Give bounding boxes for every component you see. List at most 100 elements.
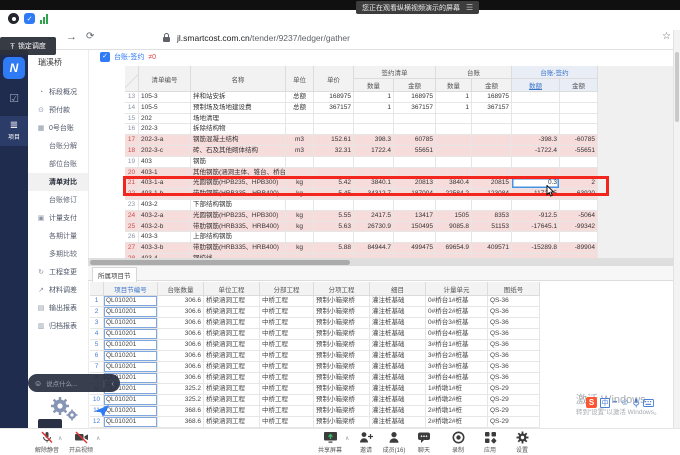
cell-xm[interactable]: 灌注桩基础 xyxy=(370,351,426,362)
cell-fw[interactable]: 中桥工程 xyxy=(260,307,314,318)
cell-la[interactable] xyxy=(472,114,512,125)
cell-name[interactable]: 拌和站安拆 xyxy=(191,92,286,103)
cell-sa[interactable]: 60785 xyxy=(394,135,436,146)
cell-price[interactable]: 152.61 xyxy=(314,135,354,146)
cell-code[interactable]: 202-3-c xyxy=(139,146,191,157)
cell-unit[interactable]: 0#桥台1#桩基 xyxy=(426,296,488,307)
cell-da[interactable] xyxy=(560,200,598,211)
cell-id[interactable]: QL010201 xyxy=(104,362,158,373)
cell-la[interactable]: 367157 xyxy=(472,103,512,114)
cell-price[interactable]: 5.55 xyxy=(314,211,354,222)
cell-uw[interactable]: 桥梁涵洞工程 xyxy=(204,351,260,362)
cell-xm[interactable]: 灌注桩基础 xyxy=(370,406,426,417)
row-number[interactable]: 18 xyxy=(125,146,139,157)
cell-id[interactable]: QL010201 xyxy=(104,395,158,406)
hamburger-icon[interactable]: ☰ xyxy=(466,4,473,12)
cell-xw[interactable]: 预制小箱梁桥 xyxy=(314,318,370,329)
cell-code[interactable]: 403-2 xyxy=(139,200,191,211)
cell-name[interactable]: 光圆钢筋(HPB235、HPB300) xyxy=(191,211,286,222)
cell-unit[interactable]: 0#桥台4#桩基 xyxy=(426,329,488,340)
cell-la[interactable] xyxy=(472,200,512,211)
share-screen-button[interactable]: 共享屏幕 xyxy=(313,431,347,454)
cell-dq[interactable] xyxy=(512,103,560,114)
cell-da[interactable]: -60785 xyxy=(560,135,598,146)
members-button[interactable]: 成员(16) xyxy=(377,431,411,454)
cell-xw[interactable]: 预制小箱梁桥 xyxy=(314,384,370,395)
send-arrow-icon[interactable] xyxy=(94,404,110,423)
tray-keyboard-icon[interactable] xyxy=(643,399,654,407)
cell-sq[interactable]: 1722.4 xyxy=(354,146,394,157)
forward-icon[interactable]: → xyxy=(66,31,77,43)
horizontal-scrollbar[interactable] xyxy=(88,258,674,266)
settings-button[interactable]: 设置 xyxy=(505,431,539,454)
cell-unit[interactable]: m3 xyxy=(286,135,314,146)
cell-name[interactable]: 场地清理 xyxy=(191,114,286,125)
cell-unit[interactable]: 0#桥台2#桩基 xyxy=(426,307,488,318)
cell-qty[interactable]: 306.6 xyxy=(158,296,204,307)
cell-unit[interactable] xyxy=(286,200,314,211)
rail-item-project[interactable]: ≣ 项目 xyxy=(0,116,28,146)
cell-uw[interactable]: 桥梁涵洞工程 xyxy=(204,318,260,329)
tray-dots-icon[interactable]: •• xyxy=(613,400,617,406)
row-number[interactable]: 6 xyxy=(90,351,104,362)
cell-qty[interactable]: 368.6 xyxy=(158,417,204,428)
cell-xw[interactable]: 预制小箱梁桥 xyxy=(314,373,370,384)
collapse-icon[interactable]: ‹ xyxy=(111,379,114,388)
signal-bars-icon[interactable] xyxy=(40,14,48,24)
sidebar-item-overview[interactable]: ◔标段概况 xyxy=(28,83,88,101)
row-number[interactable]: 27 xyxy=(125,243,139,254)
tab-project-nodes[interactable]: 所属项目节 xyxy=(92,267,137,282)
cell-sq[interactable]: 398.3 xyxy=(354,135,394,146)
row-number[interactable]: 19 xyxy=(125,157,139,168)
cell-name[interactable]: 下部结构钢筋 xyxy=(191,200,286,211)
cell-unit[interactable]: 总额 xyxy=(286,103,314,114)
cell-xm[interactable]: 灌注桩基础 xyxy=(370,307,426,318)
cell-name[interactable]: 拆除结构物 xyxy=(191,124,286,135)
cell-code[interactable]: 403-3 xyxy=(139,232,191,243)
video-button[interactable]: 开启视频 xyxy=(64,431,98,454)
cell-sq[interactable] xyxy=(354,200,394,211)
sidebar-item-multi-compare[interactable]: 多期比较 xyxy=(28,245,88,263)
cell-sa[interactable]: 55651 xyxy=(394,146,436,157)
cell-xm[interactable]: 灌注桩基础 xyxy=(370,373,426,384)
row-number[interactable]: 3 xyxy=(90,318,104,329)
sogou-input-icon[interactable]: S xyxy=(586,397,597,408)
cell-sq[interactable]: 2417.5 xyxy=(354,211,394,222)
cell-xm[interactable]: 灌注桩基础 xyxy=(370,395,426,406)
sidebar-item-archive-report[interactable]: ▥归档报表 xyxy=(28,317,88,335)
cell-sq[interactable]: 84944.7 xyxy=(354,243,394,254)
cell-id[interactable]: QL010201 xyxy=(104,329,158,340)
cell-dq[interactable] xyxy=(512,114,560,125)
record-button[interactable]: 录制 xyxy=(441,431,475,454)
cell-fw[interactable]: 中桥工程 xyxy=(260,351,314,362)
cell-lq[interactable]: 69654.9 xyxy=(436,243,472,254)
cell-xm[interactable]: 灌注桩基础 xyxy=(370,318,426,329)
cell-fw[interactable]: 中桥工程 xyxy=(260,395,314,406)
cell-da[interactable] xyxy=(560,103,598,114)
row-number[interactable]: 23 xyxy=(125,200,139,211)
chat-input-pill[interactable]: ☺ 说点什么... ❘ ‹ xyxy=(28,374,120,392)
cell-sheet[interactable]: QS-29 xyxy=(488,417,540,428)
cell-sa[interactable] xyxy=(394,114,436,125)
cell-fw[interactable]: 中桥工程 xyxy=(260,406,314,417)
cell-xw[interactable]: 预制小箱梁桥 xyxy=(314,362,370,373)
cell-fw[interactable]: 中桥工程 xyxy=(260,417,314,428)
cell-dq[interactable]: -1722.4 xyxy=(512,146,560,157)
cell-sheet[interactable]: QS-29 xyxy=(488,406,540,417)
cell-xm[interactable]: 灌注桩基础 xyxy=(370,340,426,351)
cell-qty[interactable]: 306.6 xyxy=(158,351,204,362)
cell-la[interactable] xyxy=(472,146,512,157)
sidebar-item-output-report[interactable]: ▤输出报表 xyxy=(28,299,88,317)
cell-dq[interactable] xyxy=(512,124,560,135)
col-header-ledger-qty[interactable]: 数量 xyxy=(436,79,472,92)
sidebar-item-material[interactable]: ↗材料调差 xyxy=(28,281,88,299)
row-number[interactable]: 15 xyxy=(125,114,139,125)
cell-xm[interactable]: 灌注桩基础 xyxy=(370,384,426,395)
sidebar-item-measure-pay[interactable]: ▣计量支付 xyxy=(28,209,88,227)
cell-dq[interactable] xyxy=(512,232,560,243)
cell-lq[interactable] xyxy=(436,114,472,125)
sidebar-item-ledger-split[interactable]: 台账分解 xyxy=(28,137,88,155)
cell-lq[interactable] xyxy=(436,135,472,146)
cell-dq[interactable]: -912.5 xyxy=(512,211,560,222)
cell-unit[interactable] xyxy=(286,232,314,243)
